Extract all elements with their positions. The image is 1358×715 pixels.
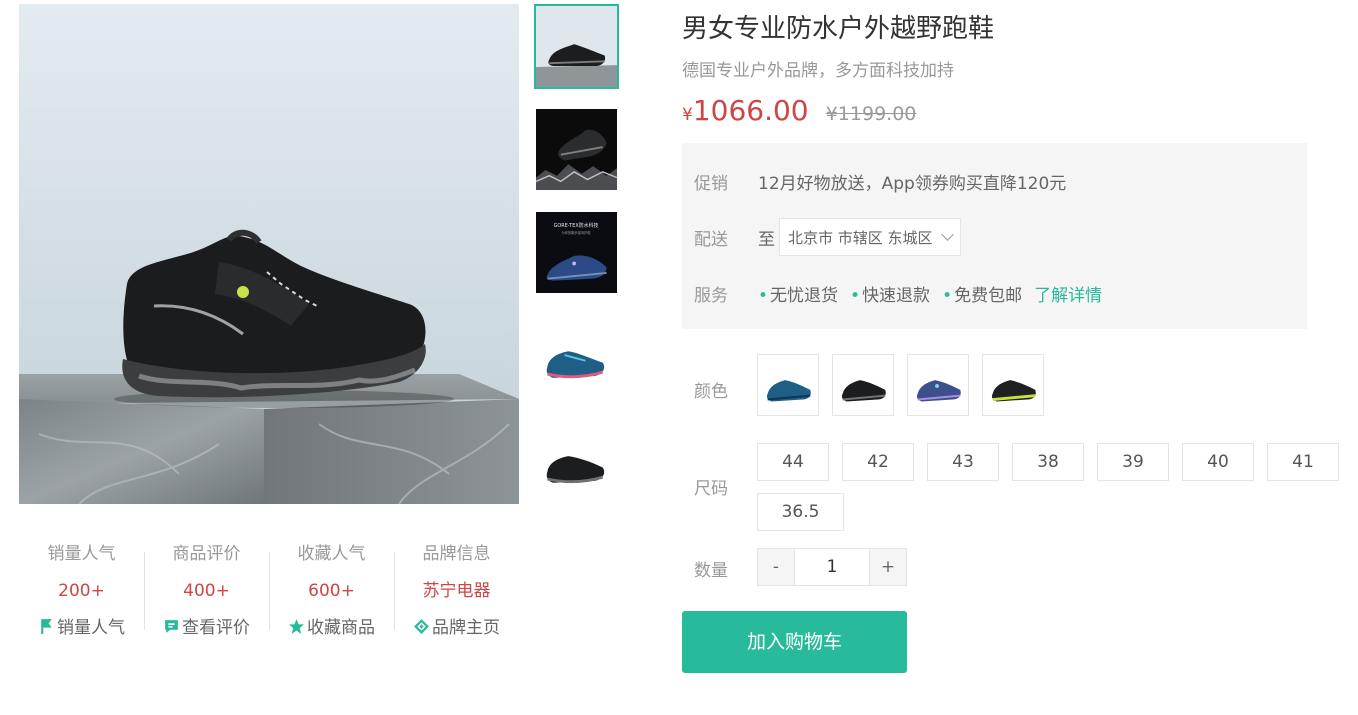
original-price: ¥1199.00 xyxy=(825,103,917,125)
product-name: 男女专业防水户外越野跑鞋 xyxy=(682,14,995,44)
brand-home-link[interactable]: 品牌主页 xyxy=(394,610,519,647)
blue-shoe-swatch xyxy=(766,380,811,402)
thumbnail-4[interactable] xyxy=(534,313,619,398)
delivery-label: 配送 xyxy=(694,229,728,250)
size-option[interactable]: 42 xyxy=(842,443,914,481)
size-option[interactable]: 38 xyxy=(1012,443,1084,481)
size-option[interactable]: 43 xyxy=(927,443,999,481)
address-text: 北京市 市辖区 东城区 xyxy=(788,228,933,247)
stat-reviews: 商品评价 400+ 查看评价 xyxy=(144,536,269,647)
product-desc: 德国专业户外品牌，多方面科技加持 xyxy=(682,61,954,81)
service-text: 快速退款 xyxy=(862,285,931,306)
service-label: 服务 xyxy=(694,285,728,306)
stat-title: 商品评价 xyxy=(172,544,241,564)
stat-value: 苏宁电器 xyxy=(422,581,491,601)
sales-link[interactable]: 销量人气 xyxy=(19,610,144,647)
thumbnail-5[interactable] xyxy=(534,416,619,501)
stat-value: 600+ xyxy=(308,581,355,601)
lime-shoe-swatch xyxy=(991,380,1036,402)
star-icon xyxy=(289,619,304,634)
promo-panel: 促销 12月好物放送，App领券购买直降120元 配送 至 北京市 市辖区 东城… xyxy=(682,143,1307,329)
shoe-on-pedestal-thumbnail xyxy=(536,6,617,87)
quantity-decrease-button[interactable]: - xyxy=(758,549,794,585)
stat-link-label: 查看评价 xyxy=(182,618,250,638)
chevron-down-icon xyxy=(940,228,954,241)
promo-text: 12月好物放送，App领券购买直降120元 xyxy=(758,173,1067,194)
thumbnail-3[interactable]: GORE-TEX防水科技 为你的脚步保驾护航 xyxy=(534,210,619,295)
blue-shoe-thumbnail xyxy=(536,315,617,396)
service-row: 服务 • 无忧退货 • 快速退款 • 免费包邮 了解详情 xyxy=(694,273,1102,313)
quantity-input[interactable]: 1 xyxy=(794,549,870,585)
product-stats: 销量人气 200+ 销量人气 商品评价 400+ 查看评价 收藏人气 600+ … xyxy=(19,536,519,647)
size-option[interactable]: 36.5 xyxy=(757,493,844,531)
stat-sales: 销量人气 200+ 销量人气 xyxy=(19,536,144,647)
quantity-stepper: - 1 + xyxy=(757,548,907,586)
quantity-increase-button[interactable]: + xyxy=(870,549,906,585)
stat-title: 品牌信息 xyxy=(422,544,491,564)
flag-icon xyxy=(41,619,52,634)
bullet-icon: • xyxy=(850,285,861,306)
add-to-cart-button[interactable]: 加入购物车 xyxy=(682,611,907,673)
stat-value: 200+ xyxy=(58,581,105,601)
current-price-value: 1066.00 xyxy=(692,94,809,127)
shoe-on-pedestal-image xyxy=(19,229,519,504)
promo-label: 促销 xyxy=(694,173,728,194)
delivery-row: 配送 至 北京市 市辖区 东城区 xyxy=(694,217,961,257)
stat-brand: 品牌信息 苏宁电器 品牌主页 xyxy=(394,536,519,647)
black-shoe-thumbnail xyxy=(536,418,617,499)
service-item: • 快速退款 xyxy=(850,281,930,306)
thumbnail-1[interactable] xyxy=(534,4,619,89)
current-price: ¥1066.00 xyxy=(682,94,809,127)
stat-favorites: 收藏人气 600+ 收藏商品 xyxy=(269,536,394,647)
service-item: • 免费包邮 xyxy=(942,281,1022,306)
service-text: 无忧退货 xyxy=(770,285,839,306)
service-details-link[interactable]: 了解详情 xyxy=(1034,281,1102,306)
color-option-blue[interactable] xyxy=(757,354,819,416)
size-label: 尺码 xyxy=(694,479,728,499)
price-block: ¥1066.00 ¥1199.00 xyxy=(682,94,916,127)
size-option[interactable]: 41 xyxy=(1267,443,1339,481)
stat-title: 收藏人气 xyxy=(297,544,366,564)
service-text: 免费包邮 xyxy=(954,285,1023,306)
bullet-icon: • xyxy=(942,285,953,306)
black-shoe-swatch xyxy=(841,380,886,402)
color-options xyxy=(757,354,1057,416)
stat-link-label: 收藏商品 xyxy=(307,618,375,638)
quantity-label: 数量 xyxy=(694,561,728,581)
color-option-black[interactable] xyxy=(832,354,894,416)
address-select[interactable]: 北京市 市辖区 东城区 xyxy=(779,218,961,256)
bullet-icon: • xyxy=(758,285,769,306)
promo-row: 促销 12月好物放送，App领券购买直降120元 xyxy=(694,161,1066,201)
color-option-black-lime[interactable] xyxy=(982,354,1044,416)
view-reviews-link[interactable]: 查看评价 xyxy=(144,610,269,647)
shoe-on-rocks-thumbnail xyxy=(536,109,617,190)
main-product-image xyxy=(19,4,519,504)
stat-title: 销量人气 xyxy=(47,544,116,564)
purple-shoe-swatch xyxy=(916,380,961,402)
size-option[interactable]: 40 xyxy=(1182,443,1254,481)
stat-link-label: 销量人气 xyxy=(57,618,125,638)
thumbnail-list: GORE-TEX防水科技 为你的脚步保驾护航 xyxy=(534,4,620,519)
color-label: 颜色 xyxy=(694,382,728,402)
stat-value: 400+ xyxy=(183,581,230,601)
brand-icon xyxy=(414,619,429,634)
promo-subline: 为你的脚步保驾护航 xyxy=(561,230,591,235)
favorite-link[interactable]: 收藏商品 xyxy=(269,610,394,647)
comment-icon xyxy=(165,620,178,633)
size-option[interactable]: 39 xyxy=(1097,443,1169,481)
size-option[interactable]: 44 xyxy=(757,443,829,481)
stat-link-label: 品牌主页 xyxy=(432,618,500,638)
delivery-prefix: 至 xyxy=(758,229,775,250)
service-item: • 无忧退货 xyxy=(758,281,838,306)
currency-symbol: ¥ xyxy=(682,105,693,125)
promo-headline: GORE-TEX防水科技 xyxy=(554,222,599,229)
color-option-purple-blue[interactable] xyxy=(907,354,969,416)
thumbnail-2[interactable] xyxy=(534,107,619,192)
gore-tex-promo-thumbnail: GORE-TEX防水科技 为你的脚步保驾护航 xyxy=(536,212,617,293)
